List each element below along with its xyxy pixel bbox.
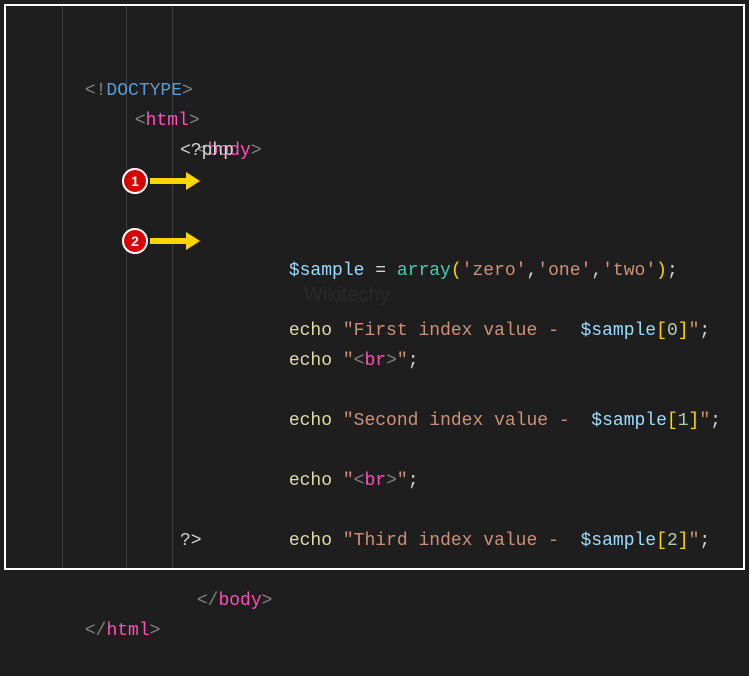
code-line	[14, 136, 739, 166]
code-line: echo "<br>";	[14, 406, 739, 436]
code-line: ?>	[14, 496, 739, 526]
tag-body: body	[218, 591, 261, 611]
badge-icon: 1	[122, 168, 148, 194]
punct: <	[197, 591, 208, 611]
punct: /	[96, 621, 107, 641]
code-line: </html>	[14, 556, 739, 586]
code-line: 2 echo "First index value - $sample[0]";	[14, 226, 739, 256]
punct: <	[85, 621, 96, 641]
code-line	[14, 376, 739, 406]
punct: >	[262, 591, 273, 611]
code-line: echo "Third index value - $sample[2]";	[14, 466, 739, 496]
code-line: echo "<br>"; Wikitechy	[14, 286, 739, 316]
code-line: <html>	[14, 46, 739, 76]
code-line: echo "Second index value - $sample[1]";	[14, 346, 739, 376]
arrow-icon	[150, 228, 202, 254]
code-editor: <!DOCTYPE> <html> <body> <?php 1 $sample…	[4, 4, 745, 570]
tag-html: html	[106, 621, 149, 641]
code-line	[14, 196, 739, 226]
punct: >	[150, 621, 161, 641]
code-line: <!DOCTYPE>	[14, 16, 739, 46]
annotation-1: 1	[122, 168, 202, 194]
code-line	[14, 436, 739, 466]
code-line: 1 $sample = array('zero','one','two');	[14, 166, 739, 196]
code-line: <body>	[14, 76, 739, 106]
annotation-2: 2	[122, 228, 202, 254]
punct: /	[208, 591, 219, 611]
code-line: <?php	[14, 106, 739, 136]
code-line	[14, 316, 739, 346]
arrow-icon	[150, 168, 202, 194]
badge-icon: 2	[122, 228, 148, 254]
code-line	[14, 256, 739, 286]
code-line: </body>	[14, 526, 739, 556]
